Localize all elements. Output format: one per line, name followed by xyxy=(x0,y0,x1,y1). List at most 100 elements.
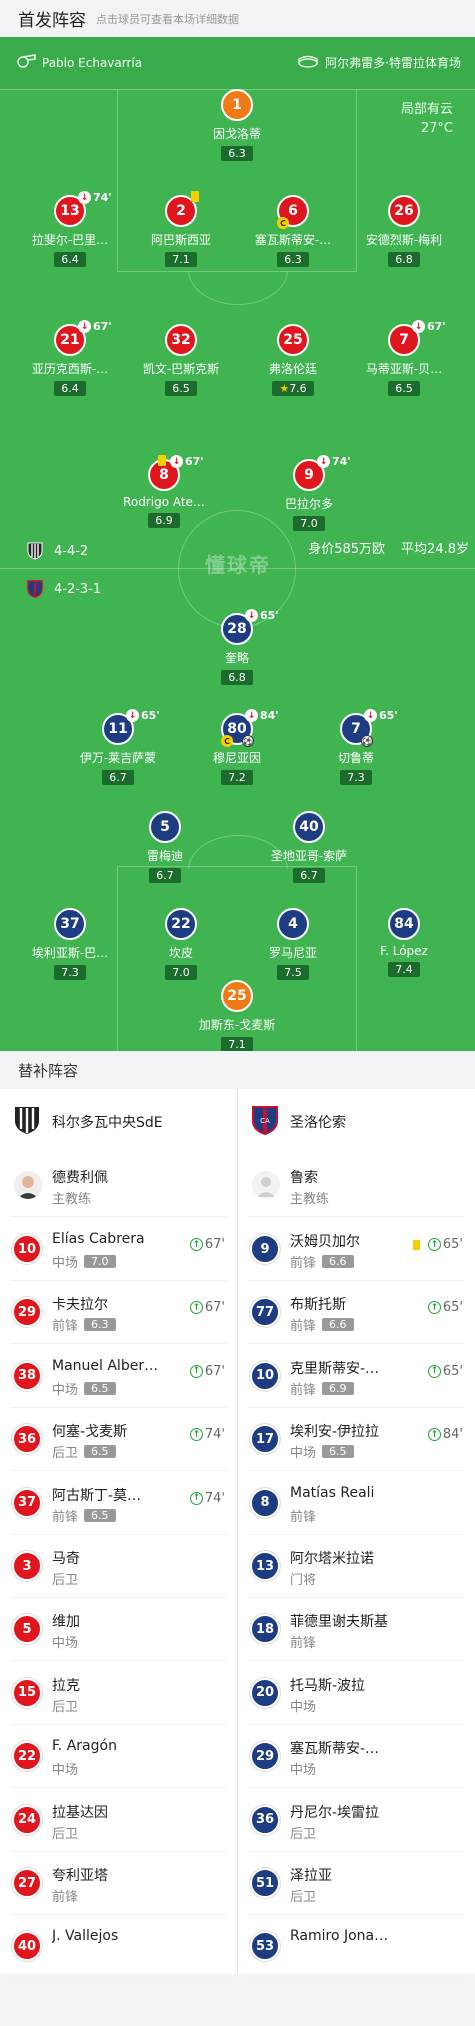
player-number: 24 xyxy=(12,1804,42,1835)
watermark: 懂球帝 xyxy=(205,553,271,577)
bench-player-row[interactable]: 27 夸利亚塔 前锋 xyxy=(0,1851,237,1915)
sub-on-indicator: ↑ 74' xyxy=(189,1427,225,1442)
bench-player-row[interactable]: 53 Ramiro Jona… xyxy=(238,1914,475,1979)
away-coach-row[interactable]: 鲁索 主教练 xyxy=(238,1153,475,1217)
player-position-line: 门将 xyxy=(290,1569,316,1588)
bench-player-row[interactable]: 38 Manuel Albert… 中场 6.5 ↑ 67' xyxy=(0,1344,237,1408)
player-number: 5 xyxy=(12,1614,42,1645)
sub-on-indicator: ↑ 67' xyxy=(189,1300,225,1315)
away-player-40[interactable]: 40 圣地亚哥-索萨 6.7 xyxy=(249,811,369,883)
bench-player-row[interactable]: 3 马奇 后卫 xyxy=(0,1534,237,1598)
player-number: 13 xyxy=(250,1551,280,1581)
row-separator xyxy=(10,1977,227,1979)
home-player-32[interactable]: 32 凯文-巴斯克斯 6.5 xyxy=(121,324,241,396)
player-rating: 6.4 xyxy=(54,381,86,396)
home-player-1[interactable]: 1 因戈洛蒂 6.3 xyxy=(177,89,297,161)
player-number: 27 xyxy=(12,1868,42,1898)
bench-player-row[interactable]: 77 布斯托斯 前锋 6.6 ↑ 65' xyxy=(238,1280,475,1345)
player-rating: 6.5 xyxy=(388,381,420,396)
home-player-13[interactable]: 13 ↓ 74' 拉斐尔-巴里… 6.4 xyxy=(10,191,130,267)
home-player-26[interactable]: 26 安德烈斯-梅利 6.8 xyxy=(344,195,464,267)
player-number: 1 xyxy=(221,89,253,121)
home-player-7[interactable]: 7 ↓ 67' 马蒂亚斯-贝… 6.5 xyxy=(344,320,464,396)
player-rating: 7.0 xyxy=(165,965,197,980)
away-player-22[interactable]: 22 坎皮 7.0 xyxy=(121,908,241,980)
bench-player-row[interactable]: 29 卡夫拉尔 前锋 6.3 ↑ 67' xyxy=(0,1280,237,1345)
player-number: 22 xyxy=(12,1741,42,1772)
away-player-28[interactable]: 28 ↓ 65' 奎略 6.8 xyxy=(177,609,297,685)
bench-player-row[interactable]: 24 拉基达因后卫 xyxy=(0,1788,237,1852)
player-position: 中场 xyxy=(52,1382,79,1398)
away-player-4[interactable]: 4 罗马尼亚 7.5 xyxy=(233,908,353,980)
bench-player-row[interactable]: 36 何塞-戈麦斯 后卫 6.5 ↑ 74' xyxy=(0,1407,237,1472)
bench-player-row[interactable]: 9 沃姆贝加尔 前锋 6.6 ↑ 65' xyxy=(238,1217,475,1281)
bench-player-row[interactable]: 22 F. Aragón 中场 xyxy=(0,1724,237,1789)
player-rating: 6.8 xyxy=(221,670,253,685)
player-number: 40 xyxy=(12,1931,42,1962)
player-rating: 6.6 xyxy=(322,1255,354,1268)
row-separator xyxy=(248,1977,465,1979)
player-name: Manuel Albert… xyxy=(52,1357,162,1374)
away-team-header[interactable]: CA 圣洛伦索 xyxy=(238,1089,475,1153)
player-name: 拉基达因 xyxy=(52,1804,108,1821)
bench-player-row[interactable]: 10 克里斯蒂安-… 前锋 6.9 ↑ 65' xyxy=(238,1344,475,1408)
away-player-25[interactable]: 25 加斯东-戈麦斯 7.1 xyxy=(177,980,297,1051)
bench-player-row[interactable]: 20 托马斯-波拉 中场 xyxy=(238,1661,475,1725)
player-number: 10 xyxy=(12,1234,42,1264)
bench-player-row[interactable]: 51 泽拉亚 后卫 xyxy=(238,1851,475,1915)
bench-player-row[interactable]: 36 丹尼尔-埃雷拉 后卫 xyxy=(238,1788,475,1852)
player-position: 后卫 xyxy=(52,1699,79,1715)
sub-off-indicator: ↓ 74' xyxy=(78,191,112,204)
bench-player-row[interactable]: 37 阿古斯丁-莫… 前锋 6.5 ↑ 74' xyxy=(0,1471,237,1535)
bench-player-row[interactable]: 10 Elías Cabrera 中场 7.0 ↑ 67' xyxy=(0,1217,237,1281)
bench-player-row[interactable]: 5 维加 中场 xyxy=(0,1597,237,1662)
sub-in-icon: ↑ xyxy=(427,1428,441,1442)
bench-player-row[interactable]: 17 埃利安-伊拉拉 中场 6.5 ↑ 84' xyxy=(238,1407,475,1472)
bench-player-row[interactable]: 29 塞瓦斯蒂安-… 中场 xyxy=(238,1724,475,1789)
home-player-2[interactable]: 2 阿巴斯西亚 7.1 xyxy=(121,191,241,267)
player-number: 15 xyxy=(12,1677,42,1708)
away-player-5[interactable]: 5 雷梅迪 6.7 xyxy=(105,811,225,883)
bench-player-row[interactable]: 18 菲德里谢夫斯基 前锋 xyxy=(238,1597,475,1662)
player-name: 何塞-戈麦斯 xyxy=(52,1424,128,1441)
bench-player-row[interactable]: 15 拉克 后卫 xyxy=(0,1661,237,1725)
sub-in-icon: ↑ xyxy=(189,1428,203,1442)
away-player-80[interactable]: 80 ↓ 84' C ⚽ 穆尼亚因 7.2 xyxy=(177,709,297,785)
bench-player-row[interactable]: 40 J. Vallejos xyxy=(0,1914,237,1979)
player-position-line: 后卫 xyxy=(290,1886,316,1905)
player-badge: 21 ↓ 67' xyxy=(54,320,112,356)
sub-time: 74' xyxy=(204,1490,225,1506)
home-player-9[interactable]: 9 ↓ 74' 巴拉尔多 7.0 xyxy=(249,455,369,531)
player-name: Elías Cabrera xyxy=(52,1231,145,1247)
sub-out-icon: ↓ xyxy=(78,191,91,204)
sub-time: 67' xyxy=(204,1363,225,1379)
away-player-84[interactable]: 84 F. López 7.4 xyxy=(344,908,464,977)
player-rating: 7.0 xyxy=(84,1255,116,1268)
home-player-6[interactable]: 6 C 塞瓦斯蒂安-… 6.3 xyxy=(233,195,353,267)
home-team-header[interactable]: 科尔多瓦中央SdE xyxy=(0,1089,237,1153)
player-position: 后卫 xyxy=(52,1826,79,1842)
player-name: 夸利亚塔 xyxy=(52,1868,108,1884)
away-player-37[interactable]: 37 埃利亚斯-巴… 7.3 xyxy=(10,908,130,980)
bench-player-row[interactable]: 13 阿尔塔米拉诺 门将 xyxy=(238,1534,475,1598)
bench-player-row[interactable]: 8 Matías Reali 前锋 xyxy=(238,1471,475,1535)
stadium-info: 阿尔弗雷多·特雷拉体育场 xyxy=(297,54,461,71)
away-player-11[interactable]: 11 ↓ 65' 伊万-莱吉萨蒙 6.7 xyxy=(58,709,178,785)
player-number: 80 xyxy=(227,721,247,737)
sub-time: 65' xyxy=(379,709,398,722)
coach-avatar xyxy=(14,1171,42,1199)
home-coach-row[interactable]: 德费利佩 主教练 xyxy=(0,1153,237,1217)
home-player-8[interactable]: 8 ↓ 67' Rodrigo Ate… 6.9 xyxy=(104,455,224,528)
player-number: 8 xyxy=(159,467,169,483)
yellow-card-icon xyxy=(158,455,166,466)
home-player-21[interactable]: 21 ↓ 67' 亚历克西斯-… 6.4 xyxy=(10,320,130,396)
home-player-25[interactable]: 25 弗洛伦廷 ★7.6 xyxy=(233,324,353,396)
temperature: 27°C xyxy=(420,121,453,136)
player-position-line: 前锋 6.9 xyxy=(290,1379,354,1398)
player-position: 后卫 xyxy=(52,1446,79,1462)
player-rating: 7.0 xyxy=(293,516,325,531)
away-player-7[interactable]: 7 ↓ 65' ⚽ 切鲁蒂 7.3 xyxy=(296,709,416,785)
player-position: 中场 xyxy=(52,1636,79,1652)
bench-section-title: 替补阵容 xyxy=(0,1051,475,1089)
home-formation: 4-4-2 xyxy=(26,542,88,560)
